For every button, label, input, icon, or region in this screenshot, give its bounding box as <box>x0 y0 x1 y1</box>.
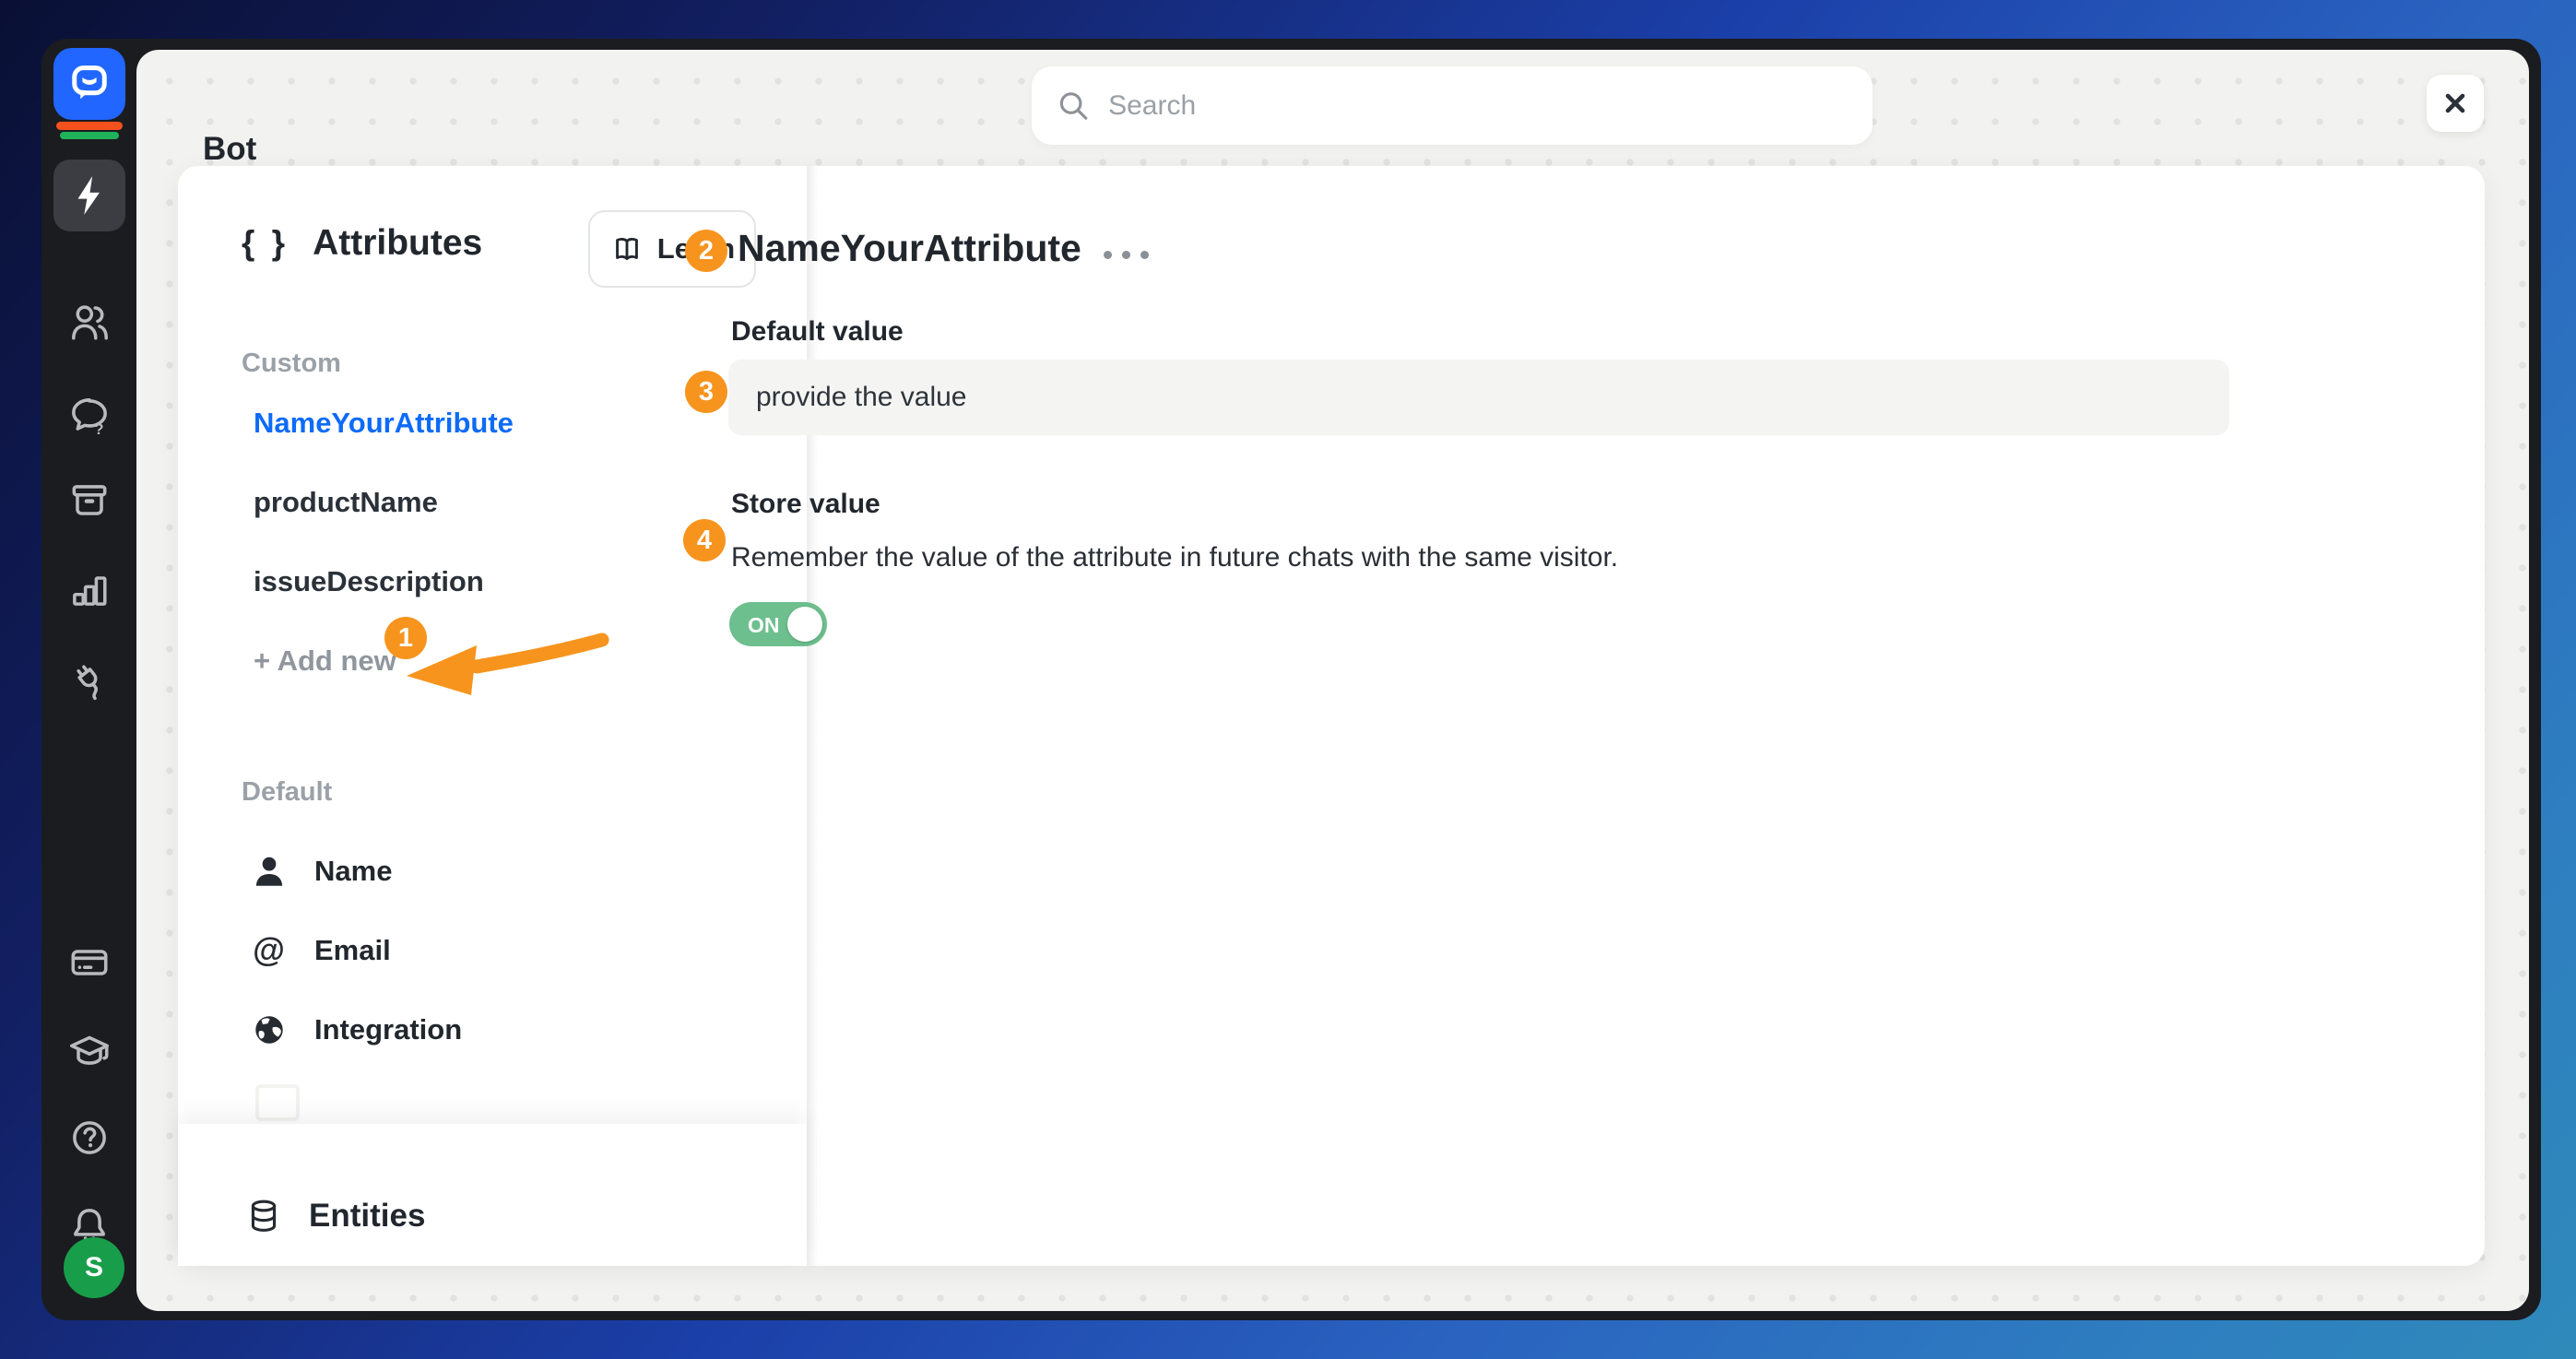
archive-icon <box>66 477 112 523</box>
ellipsis-menu-button[interactable] <box>1098 245 1154 265</box>
sidebar-item-integrations[interactable] <box>60 654 119 705</box>
sidebar-item-help[interactable] <box>60 1112 119 1164</box>
plug-icon <box>66 656 112 703</box>
default-item-label: Integration <box>314 1013 462 1046</box>
default-item-label: Email <box>314 934 391 967</box>
default-item-partial <box>255 1084 300 1121</box>
default-item-label: Name <box>314 855 392 888</box>
users-icon <box>66 299 112 345</box>
bot-workspace: Bot { } Attributes <box>136 50 2529 1311</box>
default-value-input[interactable] <box>728 360 2229 435</box>
toggle-knob <box>787 607 822 642</box>
person-icon <box>250 852 289 891</box>
svg-text:?: ? <box>94 420 103 438</box>
chatbot-logo[interactable] <box>53 48 125 139</box>
entities-label: Entities <box>309 1198 425 1235</box>
braces-icon: { } <box>242 224 289 263</box>
default-item-email[interactable]: @ Email <box>250 931 391 970</box>
graduation-cap-icon <box>66 1027 112 1073</box>
store-value-toggle[interactable]: ON <box>729 602 827 646</box>
globe-icon <box>250 1010 289 1049</box>
user-avatar[interactable]: S <box>64 1237 124 1298</box>
logo-orange-layer <box>56 122 123 130</box>
sidebar-item-archives[interactable] <box>60 474 119 526</box>
attribute-detail-title: NameYourAttribute <box>738 227 1081 270</box>
attribute-item-productname[interactable]: productName <box>254 486 438 519</box>
annotation-badge-4: 4 <box>683 519 726 561</box>
annotation-badge-2: 2 <box>685 230 727 272</box>
avatar-initial: S <box>85 1252 103 1283</box>
help-circle-icon <box>66 1115 112 1161</box>
default-item-name[interactable]: Name <box>250 852 392 891</box>
sidebar-item-bot-active[interactable] <box>53 160 125 231</box>
default-value-label: Default value <box>731 316 904 348</box>
app-window: ? <box>41 39 2541 1320</box>
close-button[interactable] <box>2427 75 2484 132</box>
entities-section[interactable]: Entities <box>178 1124 807 1266</box>
sidebar-item-billing[interactable] <box>60 937 119 988</box>
credit-card-icon <box>66 939 112 986</box>
close-icon <box>2437 85 2474 122</box>
attributes-modal: { } Attributes Learn Custom NameYourAttr… <box>178 166 2485 1266</box>
attribute-item-nameyourattribute[interactable]: NameYourAttribute <box>254 407 514 440</box>
attributes-header: { } Attributes <box>242 223 482 264</box>
add-new-attribute-button[interactable]: + Add new <box>254 644 396 678</box>
chat-question-icon: ? <box>66 393 112 439</box>
search-bar[interactable] <box>1032 66 1873 145</box>
sidebar-item-users[interactable] <box>60 296 119 348</box>
annotation-arrow <box>397 627 609 699</box>
sidebar-item-chats[interactable]: ? <box>60 390 119 442</box>
store-value-description: Remember the value of the attribute in f… <box>731 542 1618 573</box>
attribute-item-issuedescription[interactable]: issueDescription <box>254 565 484 598</box>
default-item-integration[interactable]: Integration <box>250 1010 462 1049</box>
toggle-on-label: ON <box>748 613 780 638</box>
sidebar-item-reports[interactable] <box>60 563 119 615</box>
at-sign-icon: @ <box>250 931 289 970</box>
attributes-title: Attributes <box>313 223 482 264</box>
bar-chart-icon <box>66 566 112 612</box>
custom-section-label: Custom <box>242 349 341 379</box>
book-icon <box>609 231 644 266</box>
ellipsis-icon <box>1104 251 1112 259</box>
chatbot-logo-icon <box>53 48 125 120</box>
attribute-detail-panel: 2 NameYourAttribute Default value 3 Stor… <box>816 166 2485 1266</box>
sidebar-item-academy[interactable] <box>60 1024 119 1076</box>
search-input[interactable] <box>1106 89 1849 123</box>
logo-green-layer <box>60 132 119 139</box>
annotation-badge-3: 3 <box>685 371 727 413</box>
search-icon <box>1056 87 1092 125</box>
svg-text:@: @ <box>253 932 285 969</box>
default-section-label: Default <box>242 777 332 808</box>
page-title: Bot <box>203 131 256 168</box>
database-icon <box>244 1197 283 1235</box>
lightning-bolt-icon <box>66 172 112 219</box>
sidebar: ? <box>41 39 136 1320</box>
store-value-label: Store value <box>731 489 880 520</box>
learn-button[interactable]: Learn <box>588 210 756 288</box>
